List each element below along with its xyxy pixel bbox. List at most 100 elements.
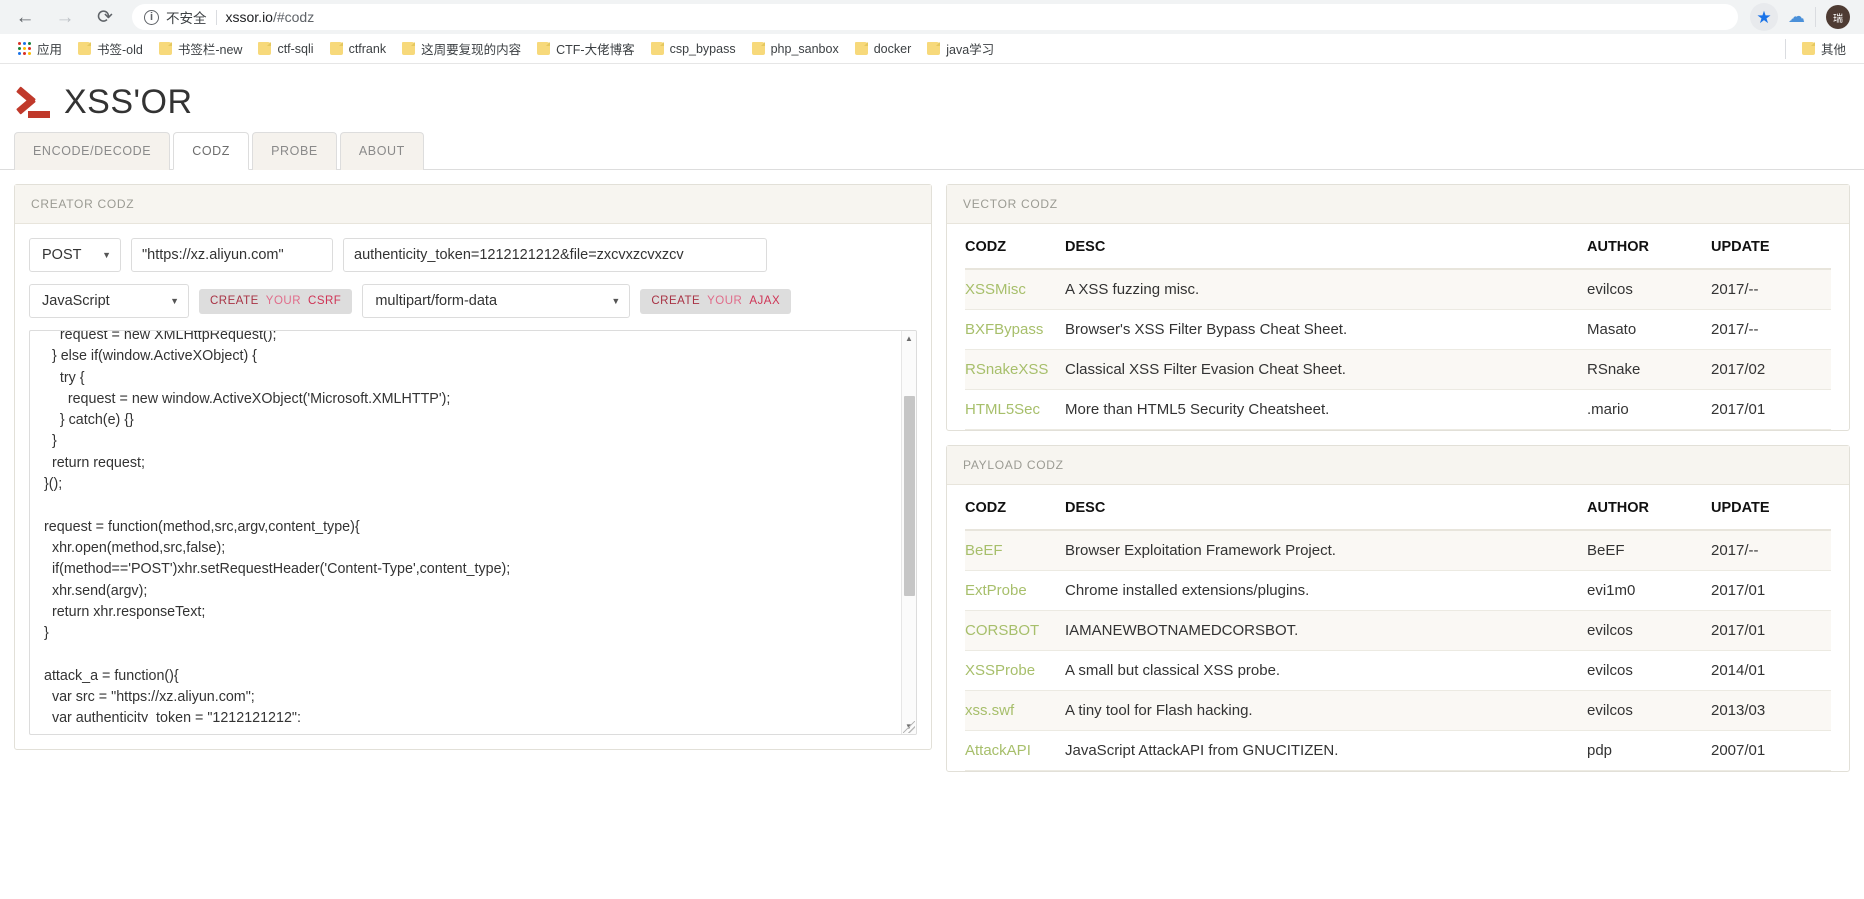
language-value: JavaScript (42, 293, 110, 309)
scrollbar-thumb[interactable] (904, 396, 915, 596)
bookmark-item[interactable]: CTF-大佬博客 (529, 36, 642, 61)
folder-icon (329, 42, 343, 55)
ajax-button-word-2: YOUR (707, 295, 743, 307)
codz-link[interactable]: AttackAPI (965, 742, 1031, 759)
apps-shortcut[interactable]: 应用 (10, 36, 70, 61)
bookmark-item[interactable]: 这周要复现的内容 (394, 36, 529, 61)
codz-author: evilcos (1587, 690, 1711, 731)
target-url-input[interactable]: "https://xz.aliyun.com" (131, 238, 333, 272)
table-row[interactable]: BXFBypass Browser's XSS Filter Bypass Ch… (965, 309, 1831, 350)
folder-icon (158, 42, 172, 55)
creator-row-2: JavaScript ▼ CREATE YOUR CSRF multipart/… (29, 284, 917, 318)
bookmark-item[interactable]: csp_bypass (643, 39, 744, 59)
content-type-select[interactable]: multipart/form-data ▼ (362, 284, 631, 318)
url-path: /#codz (272, 9, 315, 25)
table-row[interactable]: RSnakeXSS Classical XSS Filter Evasion C… (965, 349, 1831, 390)
tab-codz[interactable]: CODZ (173, 132, 250, 170)
bookmark-item[interactable]: 书签-old (70, 36, 151, 61)
terminal-prompt-logo-icon (14, 82, 54, 122)
bookmark-label: 书签-old (97, 43, 143, 57)
resize-handle[interactable] (903, 721, 915, 733)
codz-link[interactable]: XSSProbe (965, 662, 1035, 679)
codz-author: evilcos (1587, 269, 1711, 310)
security-label: 不安全 (166, 11, 207, 26)
cloud-extension-icon[interactable]: ☁ (1788, 7, 1805, 27)
folder-icon (78, 42, 92, 55)
apps-label: 应用 (37, 43, 63, 57)
table-row[interactable]: HTML5Sec More than HTML5 Security Cheats… (965, 389, 1831, 430)
codz-update: 2017/01 (1711, 389, 1831, 430)
codz-link[interactable]: BeEF (965, 542, 1003, 559)
table-header-row: CODZ DESC AUTHOR UPDATE (965, 226, 1831, 270)
codz-link[interactable]: xss.swf (965, 702, 1014, 719)
create-your-ajax-button[interactable]: CREATE YOUR AJAX (640, 288, 792, 314)
chevron-down-icon: ▼ (611, 296, 621, 306)
column-header-codz: CODZ (965, 226, 1065, 270)
bookmark-item[interactable]: php_sanbox (744, 39, 847, 59)
omnibox-divider (215, 9, 217, 25)
code-editor-content[interactable]: request = new XMLHttpRequest(); } else i… (30, 331, 916, 722)
codz-link[interactable]: RSnakeXSS (965, 361, 1048, 378)
codz-link[interactable]: HTML5Sec (965, 401, 1040, 418)
bookmark-item[interactable]: ctfrank (322, 39, 395, 59)
content-columns: CREATOR CODZ POST ▼ "https://xz.aliyun.c… (0, 170, 1864, 786)
left-column: CREATOR CODZ POST ▼ "https://xz.aliyun.c… (14, 184, 932, 764)
payload-codz-panel: PAYLOAD CODZ CODZ DESC AUTHOR UPDATE BeE… (946, 445, 1850, 772)
info-icon[interactable]: i (144, 9, 159, 25)
address-bar[interactable]: i 不安全 xssor.io/#codz (132, 4, 1738, 30)
codz-link[interactable]: CORSBOT (965, 622, 1039, 639)
payload-codz-table: CODZ DESC AUTHOR UPDATE BeEF Browser Exp… (965, 487, 1831, 771)
code-editor[interactable]: request = new XMLHttpRequest(); } else i… (29, 330, 917, 735)
bookmark-label: 书签栏-new (177, 43, 243, 57)
bookmark-label: php_sanbox (770, 41, 839, 56)
bookmark-item[interactable]: ctf-sqli (250, 39, 321, 59)
bookmark-item[interactable]: docker (847, 39, 920, 59)
avatar[interactable]: 瑞 (1826, 5, 1850, 29)
chevron-down-icon: ▼ (170, 296, 179, 306)
back-icon[interactable]: ← (8, 0, 42, 34)
column-header-desc: DESC (1065, 487, 1587, 531)
creator-codz-panel: CREATOR CODZ POST ▼ "https://xz.aliyun.c… (14, 184, 932, 750)
request-args-input[interactable]: authenticity_token=1212121212&file=zxcvx… (343, 238, 767, 272)
creator-codz-title: CREATOR CODZ (15, 185, 931, 224)
column-header-author: AUTHOR (1587, 487, 1711, 531)
tab-about[interactable]: ABOUT (339, 132, 424, 170)
code-editor-scrollbar[interactable]: ▲ ▼ (901, 331, 916, 734)
create-your-csrf-button[interactable]: CREATE YOUR CSRF (199, 288, 353, 314)
bookmark-item[interactable]: java学习 (919, 36, 1002, 61)
folder-icon (751, 42, 765, 55)
bookmark-label: 这周要复现的内容 (421, 43, 522, 57)
table-row[interactable]: xss.swf A tiny tool for Flash hacking. e… (965, 690, 1831, 731)
bookmark-item[interactable]: 书签栏-new (151, 36, 251, 61)
table-row[interactable]: BeEF Browser Exploitation Framework Proj… (965, 530, 1831, 571)
browser-chrome: ← → ⟳ i 不安全 xssor.io/#codz ★ ☁ 瑞 应用 书签-o… (0, 0, 1864, 64)
table-row[interactable]: XSSMisc A XSS fuzzing misc. evilcos 2017… (965, 269, 1831, 310)
ajax-button-word-3: AJAX (749, 295, 781, 307)
tab-probe[interactable]: PROBE (252, 132, 337, 170)
language-select[interactable]: JavaScript ▼ (29, 284, 189, 318)
codz-link[interactable]: BXFBypass (965, 321, 1043, 338)
http-method-select[interactable]: POST ▼ (29, 238, 121, 272)
codz-author: .mario (1587, 389, 1711, 430)
codz-link[interactable]: XSSMisc (965, 281, 1026, 298)
other-bookmarks[interactable]: 其他 (1794, 36, 1854, 61)
scrollbar-track[interactable] (902, 346, 916, 719)
table-row[interactable]: ExtProbe Chrome installed extensions/plu… (965, 570, 1831, 611)
codz-desc: Chrome installed extensions/plugins. (1065, 570, 1587, 611)
codz-update: 2017/01 (1711, 610, 1831, 651)
codz-author: pdp (1587, 730, 1711, 771)
scroll-up-icon[interactable]: ▲ (902, 331, 917, 346)
table-row[interactable]: CORSBOT IAMANEWBOTNAMEDCORSBOT. evilcos … (965, 610, 1831, 651)
codz-link[interactable]: ExtProbe (965, 582, 1027, 599)
table-row[interactable]: XSSProbe A small but classical XSS probe… (965, 650, 1831, 691)
reload-icon[interactable]: ⟳ (88, 0, 122, 34)
creator-codz-body: POST ▼ "https://xz.aliyun.com" authentic… (15, 224, 931, 749)
bookmark-star-button[interactable]: ★ (1750, 3, 1778, 31)
table-header-row: CODZ DESC AUTHOR UPDATE (965, 487, 1831, 531)
tab-encode-decode[interactable]: ENCODE/DECODE (14, 132, 171, 170)
bookmark-label: ctfrank (348, 41, 387, 56)
bookmark-label: docker (873, 41, 912, 56)
codz-author: Masato (1587, 309, 1711, 350)
table-row[interactable]: AttackAPI JavaScript AttackAPI from GNUC… (965, 730, 1831, 771)
codz-author: RSnake (1587, 349, 1711, 390)
